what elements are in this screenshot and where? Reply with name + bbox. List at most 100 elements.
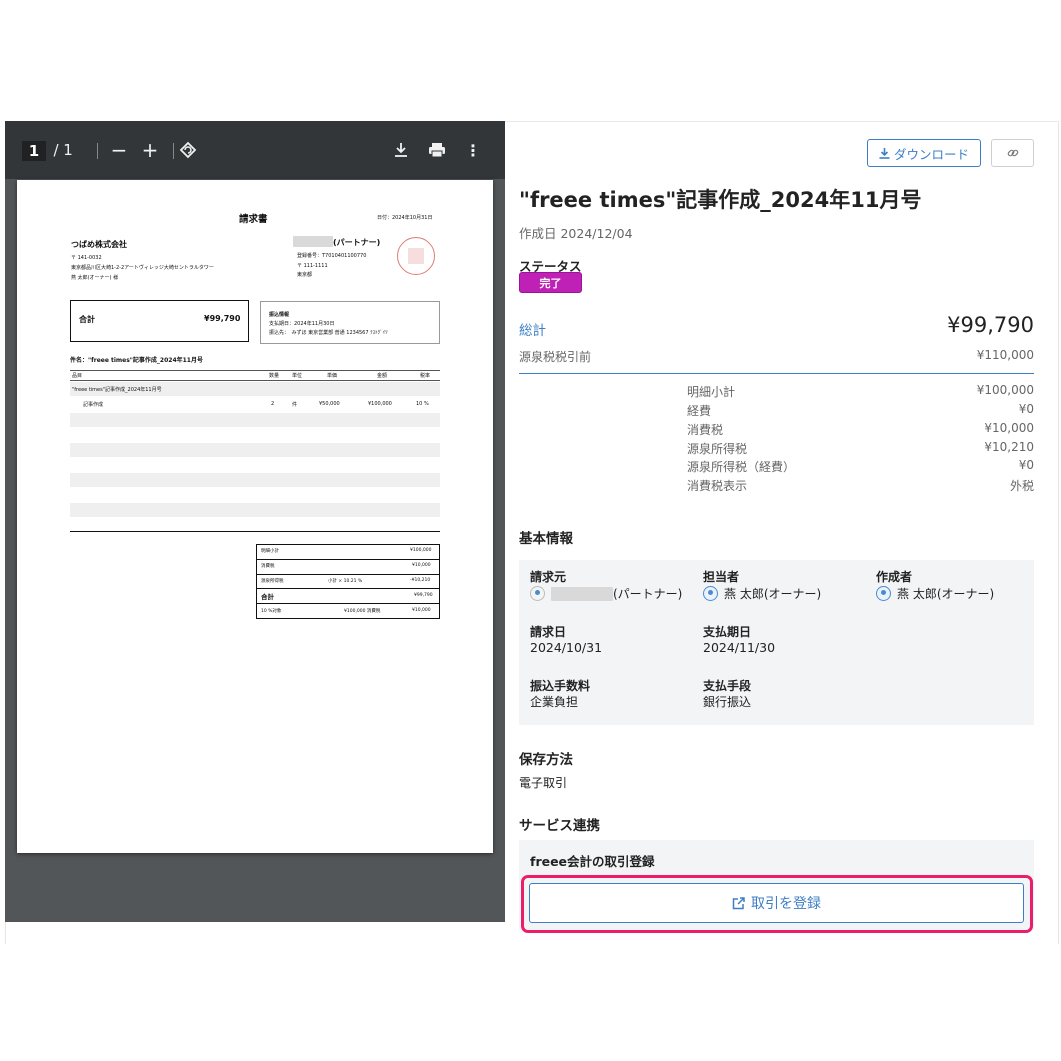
payment-info-title: 振込情報 <box>269 312 290 318</box>
download-icon <box>879 147 890 159</box>
column-header: 税率 <box>420 373 431 379</box>
storage-value: 電子取引 <box>519 776 568 790</box>
total-box: 合計 ¥99,790 <box>70 300 249 342</box>
print-icon[interactable] <box>425 121 449 179</box>
breakdown-value: ¥0 <box>1018 402 1034 416</box>
creator-value: 燕 太郎(オーナー) <box>876 585 994 602</box>
client-zip: 〒 141-0032 <box>71 255 102 261</box>
column-header: 単価 <box>327 373 338 379</box>
divider <box>519 373 1034 374</box>
item-unit: 件 <box>292 402 298 408</box>
payment-destination: 振込先： みずほ 東京営業部 普通 1234567 ﾃｽﾄｸﾞｲﾂ <box>269 330 388 336</box>
toolbar-divider <box>97 143 98 159</box>
service-heading: サービス連携 <box>519 818 600 834</box>
redacted-name <box>551 587 613 601</box>
redacted-name <box>293 236 333 247</box>
created-date: 作成日 2024/12/04 <box>519 226 633 241</box>
invoice-date: 日付：2024年10月31日 <box>377 215 433 221</box>
payment-due: 支払期日：2024年11月30日 <box>269 321 335 327</box>
column-header: 数量 <box>269 373 280 379</box>
summary-note: ¥100,000 消費税 <box>344 609 381 614</box>
download-icon[interactable] <box>390 121 412 179</box>
breakdown-label: 明細小計 <box>687 385 736 399</box>
total-label: 合計 <box>79 315 95 324</box>
page-total: 1 <box>63 141 73 159</box>
page-title: "freee times"記事作成_2024年11月号 <box>519 188 922 212</box>
service-subheading: freee会計の取引登録 <box>530 854 655 869</box>
invoice-date-label: 請求日 <box>530 625 567 639</box>
partner-zip: 〒 111-1111 <box>297 263 328 269</box>
due-date-value: 2024/11/30 <box>703 640 776 655</box>
item-qty: 2 <box>271 401 275 407</box>
user-avatar-icon <box>876 586 891 601</box>
item-amount: ¥100,000 <box>368 401 392 407</box>
storage-heading: 保存方法 <box>519 752 573 768</box>
total-value: ¥99,790 <box>204 314 241 323</box>
download-button[interactable]: ダウンロード <box>867 139 981 167</box>
due-date-label: 支払期日 <box>703 625 752 639</box>
client-contact: 燕 太郎(オーナー) 様 <box>71 275 119 281</box>
breakdown-value: ¥10,210 <box>984 440 1034 454</box>
summary-value: ¥100,000 <box>410 548 432 553</box>
breakdown-label: 経費 <box>687 404 712 418</box>
rotate-icon[interactable] <box>176 121 200 179</box>
partner-city: 東京都 <box>297 272 313 278</box>
item-price: ¥50,000 <box>319 401 340 407</box>
partner-avatar-icon <box>530 586 545 601</box>
group-row: "freee times"記事作成_2024年11月号 <box>72 387 162 393</box>
page-number-input[interactable]: 1 <box>22 141 46 161</box>
column-header: 金額 <box>377 373 388 379</box>
breakdown-value: ¥100,000 <box>976 383 1034 397</box>
pre-withholding-value: ¥110,000 <box>976 348 1034 362</box>
summary-label: 10 %対象 <box>261 609 282 614</box>
breakdown-label: 源泉所得税 <box>687 442 748 456</box>
column-header: 単位 <box>292 373 303 379</box>
basic-info-heading: 基本情報 <box>519 531 573 547</box>
total-value: ¥99,790 <box>947 313 1034 337</box>
breakdown-value: ¥0 <box>1018 458 1034 472</box>
user-avatar-icon <box>703 586 718 601</box>
item-name: 記事作成 <box>83 402 104 408</box>
requester-label: 請求元 <box>530 570 567 584</box>
column-header: 品目 <box>72 373 83 379</box>
highlight-annotation <box>521 875 1033 933</box>
summary-table: 明細小計 ¥100,000 消費税 ¥10,000 源泉所得税 小計 × 10.… <box>256 544 440 619</box>
link-icon <box>1007 149 1018 157</box>
breakdown-value: ¥10,000 <box>984 421 1034 435</box>
method-value: 銀行振込 <box>703 695 752 709</box>
payment-info-box: 振込情報 支払期日：2024年11月30日 振込先： みずほ 東京営業部 普通 … <box>260 301 440 344</box>
invoice-date-value: 2024/10/31 <box>530 640 603 655</box>
requester-value: (パートナー) <box>530 585 682 602</box>
total-label[interactable]: 総計 <box>519 319 546 339</box>
breakdown-label: 源泉所得税（経費） <box>687 460 796 474</box>
method-label: 支払手段 <box>703 679 752 693</box>
more-options-icon[interactable]: ⋮ <box>463 121 483 179</box>
summary-note: 小計 × 10.21 % <box>328 579 363 584</box>
client-address: 東京都品川区大崎1-2-2アートヴィレッジ大崎セントラルタワー <box>71 265 214 271</box>
assignee-value: 燕 太郎(オーナー) <box>703 585 821 602</box>
fee-label: 振込手数料 <box>530 679 591 693</box>
invoice-subject: 件名："freee times"記事作成_2024年11月号 <box>70 357 203 364</box>
zoom-in-icon[interactable]: + <box>139 121 161 179</box>
fee-value: 企業負担 <box>530 695 579 709</box>
pre-withholding-label: 源泉税税引前 <box>519 350 592 364</box>
pdf-viewer: 1 / 1 − + ⋮ 請求書 日付：2024年10月31日 つばめ株式会社 〒… <box>5 121 505 922</box>
summary-value: -¥10,210 <box>410 578 431 583</box>
summary-label: 合計 <box>261 593 274 601</box>
zoom-out-icon[interactable]: − <box>108 121 130 179</box>
status-badge: 完了 <box>519 272 582 293</box>
pdf-toolbar: 1 / 1 − + ⋮ <box>5 121 505 179</box>
copy-link-button[interactable] <box>991 139 1034 167</box>
summary-value: ¥99,790 <box>414 593 433 598</box>
download-label: ダウンロード <box>893 146 969 162</box>
breakdown-value: 外税 <box>1009 479 1034 493</box>
summary-label: 源泉所得税 <box>261 579 284 584</box>
item-rate: 10 % <box>416 401 429 407</box>
seal-stamp <box>397 237 435 275</box>
summary-value: ¥10,000 <box>412 563 431 568</box>
breakdown-label: 消費税 <box>687 423 724 437</box>
breakdown-label: 消費税表示 <box>687 479 748 493</box>
summary-label: 明細小計 <box>261 549 279 554</box>
toolbar-divider <box>173 143 174 159</box>
partner-name: (パートナー) <box>293 236 380 248</box>
